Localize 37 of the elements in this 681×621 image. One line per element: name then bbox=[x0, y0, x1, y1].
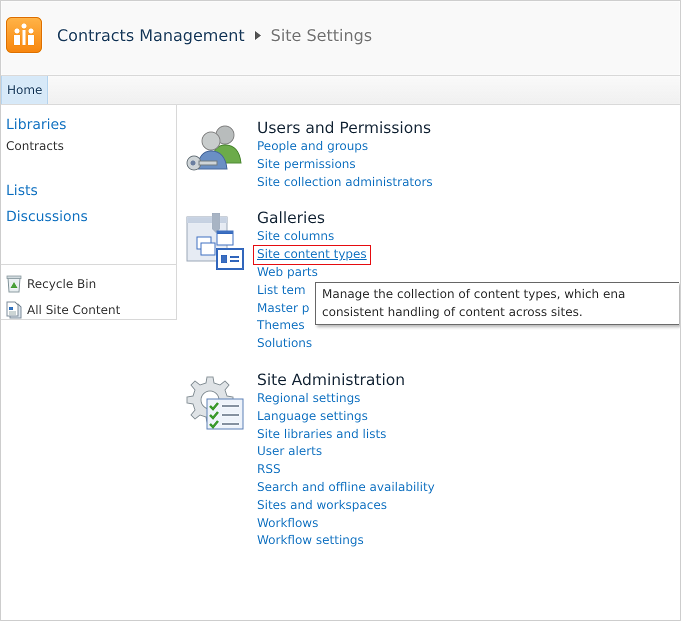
quick-launch-link[interactable]: Contracts bbox=[6, 139, 64, 153]
settings-link[interactable]: RSS bbox=[257, 461, 281, 479]
settings-link[interactable]: People and groups bbox=[257, 138, 368, 156]
settings-link[interactable]: Language settings bbox=[257, 408, 368, 426]
settings-link[interactable]: Web parts bbox=[257, 264, 318, 282]
documents-icon bbox=[6, 301, 22, 319]
quick-launch-link[interactable]: All Site Content bbox=[6, 301, 120, 319]
settings-link[interactable]: Site permissions bbox=[257, 156, 356, 174]
settings-link[interactable]: User alerts bbox=[257, 443, 322, 462]
page-title: Site Settings bbox=[270, 26, 372, 44]
site-title[interactable]: Contracts Management bbox=[57, 26, 245, 44]
settings-link[interactable]: Workflow settings bbox=[257, 532, 364, 550]
settings-link[interactable]: Solutions bbox=[257, 335, 312, 353]
settings-link[interactable]: Site libraries and lists bbox=[257, 426, 386, 444]
quick-launch-heading[interactable]: Libraries bbox=[6, 117, 66, 133]
breadcrumb-arrow-icon bbox=[254, 30, 261, 40]
recycle-bin-icon bbox=[6, 275, 22, 293]
site-logo-icon[interactable] bbox=[6, 17, 42, 53]
nav-tab[interactable]: Home bbox=[1, 76, 48, 104]
settings-link[interactable]: Site collection administrators bbox=[257, 174, 433, 192]
settings-link[interactable]: Sites and workspaces bbox=[257, 496, 387, 515]
settings-link[interactable]: Master p bbox=[257, 300, 310, 318]
settings-link[interactable]: Themes bbox=[257, 317, 305, 336]
section-heading: Galleries bbox=[257, 209, 326, 228]
section-heading: Site Administration bbox=[257, 370, 406, 390]
quick-launch-heading[interactable]: Lists bbox=[6, 183, 38, 199]
section-heading: Users and Permissions bbox=[257, 119, 432, 138]
quick-launch-heading[interactable]: Discussions bbox=[6, 209, 88, 225]
settings-link[interactable]: List tem bbox=[257, 282, 306, 300]
settings-link[interactable]: Site columns bbox=[257, 228, 334, 246]
tooltip: Manage the collection of content types, which ena consistent handling of content across sites. bbox=[315, 282, 679, 326]
settings-link[interactable]: Site content types bbox=[254, 246, 370, 264]
gear-checklist-icon bbox=[185, 374, 245, 431]
settings-link[interactable]: Regional settings bbox=[257, 390, 360, 408]
settings-link[interactable]: Search and offline availability bbox=[257, 478, 435, 497]
settings-link[interactable]: Workflows bbox=[257, 514, 318, 532]
quick-launch-link[interactable]: Recycle Bin bbox=[6, 275, 96, 293]
